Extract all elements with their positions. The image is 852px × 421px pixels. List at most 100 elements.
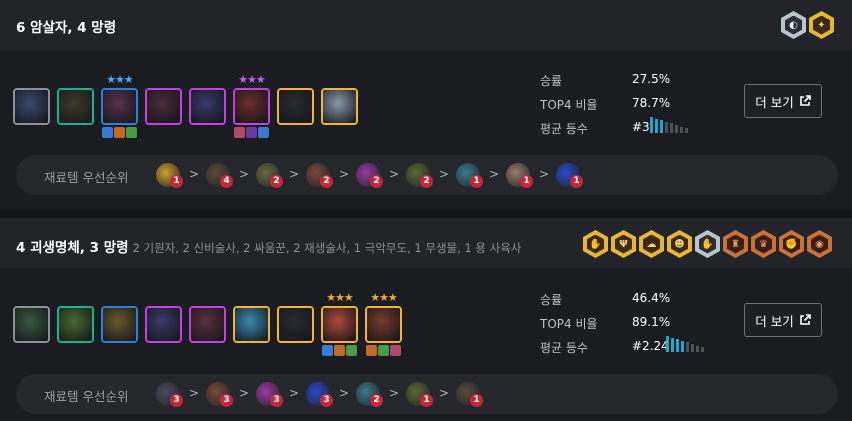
chevron-right-icon: >: [439, 386, 450, 400]
champion-portrait: [147, 308, 180, 341]
placement-bar: [680, 126, 683, 133]
chevron-right-icon: >: [339, 386, 350, 400]
more-button[interactable]: 더 보기: [744, 84, 822, 118]
champion-5[interactable]: [189, 88, 226, 125]
champion-5[interactable]: [189, 306, 226, 343]
item-count-badge: 2: [370, 175, 383, 188]
placement-bar: [701, 347, 704, 352]
item-icon[interactable]: [246, 127, 257, 138]
external-link-icon: [799, 95, 811, 106]
top4-value: 89.1%: [632, 315, 671, 329]
champion-2[interactable]: [57, 306, 94, 343]
item-icon[interactable]: [378, 345, 389, 356]
comp-title-text: 4 괴생명체, 3 망령: [16, 240, 129, 256]
item-icon[interactable]: [126, 127, 137, 138]
item-priority-label: 재료템 우선순위: [44, 389, 129, 404]
champion-6[interactable]: [233, 306, 270, 343]
hellion-icon-glyph: ♛: [755, 234, 772, 254]
champion-3[interactable]: [101, 306, 138, 343]
item-count-badge: 1: [570, 175, 583, 188]
chevron-right-icon: >: [389, 386, 400, 400]
wraith-icon[interactable]: ✦: [809, 11, 834, 39]
item-count-badge: 3: [320, 394, 333, 407]
comp-header: 4 괴생명체, 3 망령 2 기원자, 2 신비술사, 2 싸움꾼, 2 재생술사…: [0, 218, 852, 268]
item-icon[interactable]: [258, 127, 269, 138]
chevron-right-icon: >: [489, 167, 500, 181]
champion-6[interactable]: [233, 88, 270, 125]
champion-items: [321, 345, 358, 356]
avg-placement-value: #3: [632, 120, 650, 134]
champion-8[interactable]: [321, 88, 358, 125]
champion-4[interactable]: [145, 88, 182, 125]
chevron-right-icon: >: [189, 386, 200, 400]
placement-bar: [685, 128, 688, 133]
hellion-icon[interactable]: ♛: [751, 230, 776, 258]
mystic-icon[interactable]: ☻: [667, 230, 692, 258]
champion-portrait: [235, 90, 268, 123]
champion-7[interactable]: [277, 88, 314, 125]
champion-portrait: [103, 308, 136, 341]
comp-header: 6 암살자, 4 망령 ◐ ✦: [0, 0, 852, 50]
invoker-icon[interactable]: ☁: [639, 230, 664, 258]
champion-1[interactable]: [13, 306, 50, 343]
chevron-right-icon: >: [439, 167, 450, 181]
champion-7[interactable]: [277, 306, 314, 343]
item-count-badge: 2: [370, 394, 383, 407]
top4-label: TOP4 비율: [540, 98, 598, 112]
trait-list: ◐ ✦: [781, 11, 834, 39]
chevron-right-icon: >: [539, 167, 550, 181]
card-divider: [0, 210, 852, 218]
item-priority-bar: 재료템 우선순위 1 >4 >2 >2 >2 >2 >1 >1 >1: [16, 155, 838, 195]
item-icon[interactable]: [234, 127, 245, 138]
renewer-icon[interactable]: ♜: [723, 230, 748, 258]
dragonmancer-icon[interactable]: ◉: [807, 230, 832, 258]
champion-portrait: [235, 308, 268, 341]
champion-stars: ★★★: [238, 73, 266, 86]
assassin-icon[interactable]: ◐: [781, 11, 806, 39]
item-count-badge: 1: [170, 175, 183, 188]
placement-bar: [660, 120, 663, 133]
item-icon[interactable]: [334, 345, 345, 356]
assassin-icon-glyph: ◐: [785, 15, 802, 35]
champion-stars: ★★★: [370, 291, 398, 304]
champion-2[interactable]: [57, 88, 94, 125]
placement-bar: [670, 123, 673, 133]
champion-items: [365, 345, 402, 356]
champion-portrait: [367, 308, 400, 341]
brawler-icon-glyph: ✋: [699, 234, 716, 254]
item-icon[interactable]: [114, 127, 125, 138]
placement-bar: [666, 336, 669, 352]
placement-bar: [691, 344, 694, 352]
item-icon[interactable]: [366, 345, 377, 356]
inanimate-icon[interactable]: ✊: [779, 230, 804, 258]
external-link-icon: [799, 314, 811, 325]
comp-title-text: 6 암살자, 4 망령: [16, 20, 117, 36]
more-button[interactable]: 더 보기: [744, 303, 822, 337]
item-icon[interactable]: [102, 127, 113, 138]
winrate-label: 승률: [540, 293, 563, 307]
brawler-icon[interactable]: ✋: [695, 230, 720, 258]
trait-list: ✋ Ψ ☁ ☻ ✋ ♜ ♛ ✊ ◉: [583, 230, 832, 258]
item-icon[interactable]: [390, 345, 401, 356]
champion-portrait: [147, 90, 180, 123]
item-icon[interactable]: [322, 345, 333, 356]
placement-bar: [655, 118, 658, 133]
item-icon[interactable]: [346, 345, 357, 356]
wraith-icon-glyph: ✦: [813, 15, 830, 35]
comp-title: 4 괴생명체, 3 망령 2 기원자, 2 신비술사, 2 싸움꾼, 2 재생술사…: [16, 236, 521, 256]
champion-portrait: [279, 90, 312, 123]
placement-bar: [686, 342, 689, 352]
comp-body: ★★★ ★★★ 승률 46.4% TOP4 비율 89.1% 평균 등수 #2.2…: [0, 268, 852, 421]
champion-1[interactable]: [13, 88, 50, 125]
item-priority-bar: 재료템 우선순위 3 >3 >3 >3 >2 >1 >1: [16, 374, 838, 414]
item-count-badge: 3: [220, 394, 233, 407]
champion-9[interactable]: [365, 306, 402, 343]
winrate-value: 46.4%: [632, 291, 671, 305]
champion-3[interactable]: [101, 88, 138, 125]
abomination-icon[interactable]: ✋: [583, 230, 608, 258]
champion-8[interactable]: [321, 306, 358, 343]
champion-4[interactable]: [145, 306, 182, 343]
wraith-icon[interactable]: Ψ: [611, 230, 636, 258]
invoker-icon-glyph: ☁: [643, 234, 660, 254]
chevron-right-icon: >: [389, 167, 400, 181]
